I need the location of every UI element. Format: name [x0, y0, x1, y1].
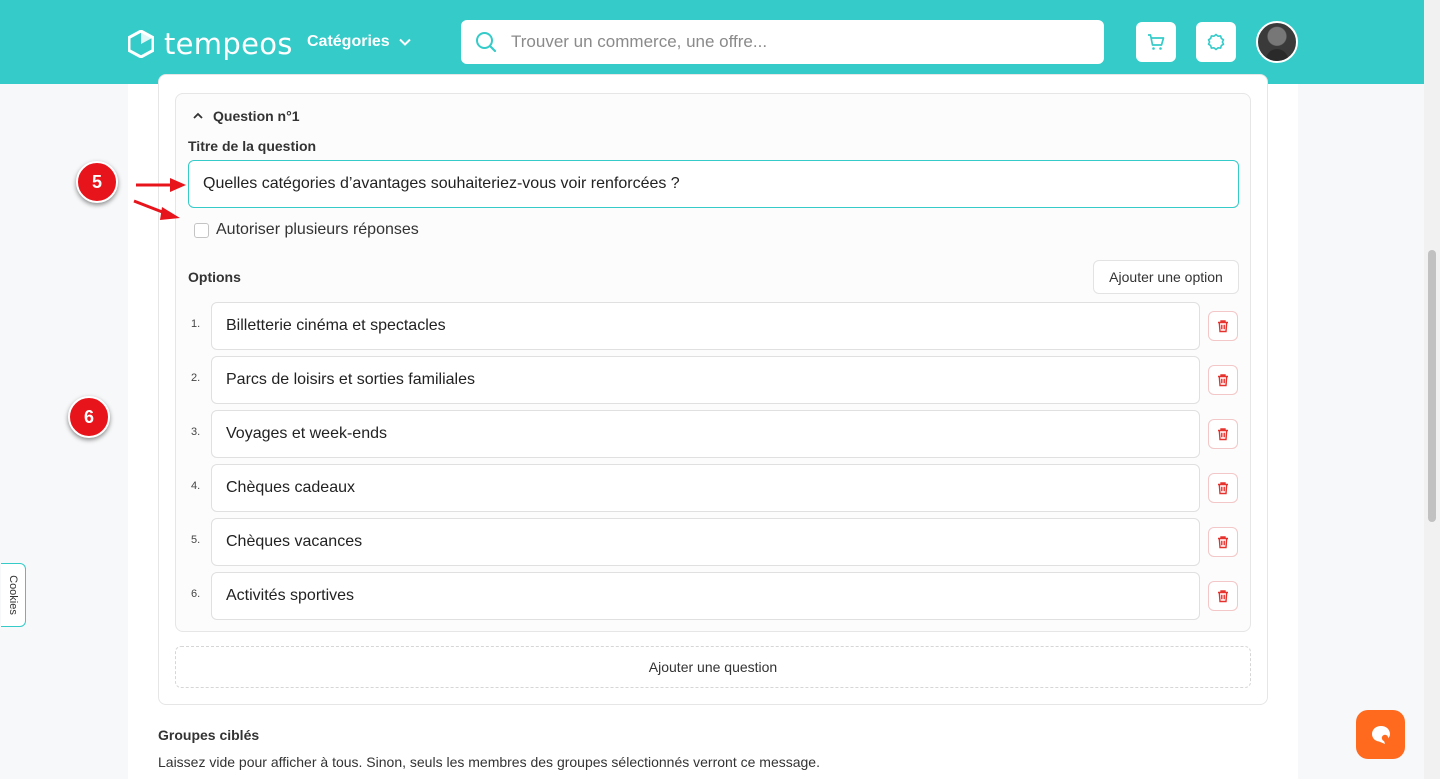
settings-button[interactable]	[1196, 22, 1236, 62]
question-heading: Question n°1	[213, 108, 300, 124]
logo-mark-icon	[128, 30, 154, 58]
trash-icon	[1218, 320, 1228, 333]
search-input[interactable]	[511, 32, 1071, 52]
option-input[interactable]	[211, 518, 1200, 566]
chevron-down-icon	[398, 38, 411, 46]
delete-option-button[interactable]	[1208, 311, 1238, 341]
cart-icon	[1148, 34, 1165, 50]
delete-option-button[interactable]	[1208, 527, 1238, 557]
logo-text: tempeos	[164, 27, 293, 61]
option-row: 5.	[188, 518, 1240, 566]
chat-widget-button[interactable]	[1356, 710, 1405, 759]
question-title-label: Titre de la question	[188, 138, 317, 154]
delete-option-button[interactable]	[1208, 365, 1238, 395]
multi-answer-label: Autoriser plusieurs réponses	[216, 221, 419, 238]
cookies-tab[interactable]: Cookies	[1, 563, 26, 627]
option-row: 3.	[188, 410, 1240, 458]
step-badge: 6	[68, 396, 110, 438]
step-badge: 5	[76, 161, 118, 203]
target-groups-title: Groupes ciblés	[158, 727, 260, 743]
gear-icon	[1207, 33, 1225, 51]
option-input[interactable]	[211, 302, 1200, 350]
option-number: 6.	[191, 588, 201, 600]
options-label: Options	[188, 269, 241, 285]
trash-icon	[1218, 590, 1228, 603]
main-content: Question n°1 Titre de la question Autori…	[128, 74, 1298, 779]
add-option-button[interactable]: Ajouter une option	[1093, 260, 1239, 294]
target-groups-help: Laissez vide pour afficher à tous. Sinon…	[158, 754, 820, 770]
logo[interactable]: tempeos	[128, 27, 293, 61]
option-number: 4.	[191, 480, 201, 492]
avatar[interactable]	[1256, 21, 1298, 63]
cart-button[interactable]	[1136, 22, 1176, 62]
top-header: tempeos Catégories	[0, 0, 1424, 84]
delete-option-button[interactable]	[1208, 419, 1238, 449]
option-input[interactable]	[211, 410, 1200, 458]
option-row: 4.	[188, 464, 1240, 512]
question-card: Question n°1 Titre de la question Autori…	[175, 93, 1251, 632]
scrollbar-thumb[interactable]	[1428, 250, 1436, 522]
search-icon	[476, 32, 497, 53]
multi-answer-checkbox[interactable]	[194, 222, 209, 238]
trash-icon	[1218, 428, 1228, 441]
cookies-label: Cookies	[7, 575, 19, 615]
option-input[interactable]	[211, 464, 1200, 512]
option-number: 1.	[191, 318, 201, 330]
delete-option-button[interactable]	[1208, 581, 1238, 611]
question-title-input[interactable]	[188, 160, 1239, 208]
multi-answer-toggle[interactable]: Autoriser plusieurs réponses	[194, 221, 419, 239]
trash-icon	[1218, 536, 1228, 549]
option-number: 2.	[191, 372, 201, 384]
option-number: 3.	[191, 426, 201, 438]
search-bar[interactable]	[461, 20, 1104, 64]
pointer-arrows-icon	[133, 178, 186, 220]
page-scrollbar[interactable]	[1424, 0, 1440, 779]
option-input[interactable]	[211, 572, 1200, 620]
categories-label: Catégories	[307, 33, 390, 50]
option-row: 2.	[188, 356, 1240, 404]
trash-icon	[1218, 374, 1228, 387]
delete-option-button[interactable]	[1208, 473, 1238, 503]
add-question-button[interactable]: Ajouter une question	[175, 646, 1251, 688]
trash-icon	[1218, 482, 1228, 495]
chat-icon	[1371, 725, 1390, 744]
categories-menu[interactable]: Catégories	[307, 33, 412, 51]
option-row: 6.	[188, 572, 1240, 620]
option-number: 5.	[191, 534, 201, 546]
question-header[interactable]: Question n°1	[192, 108, 300, 124]
chevron-up-icon	[193, 112, 203, 119]
option-input[interactable]	[211, 356, 1200, 404]
option-row: 1.	[188, 302, 1240, 350]
